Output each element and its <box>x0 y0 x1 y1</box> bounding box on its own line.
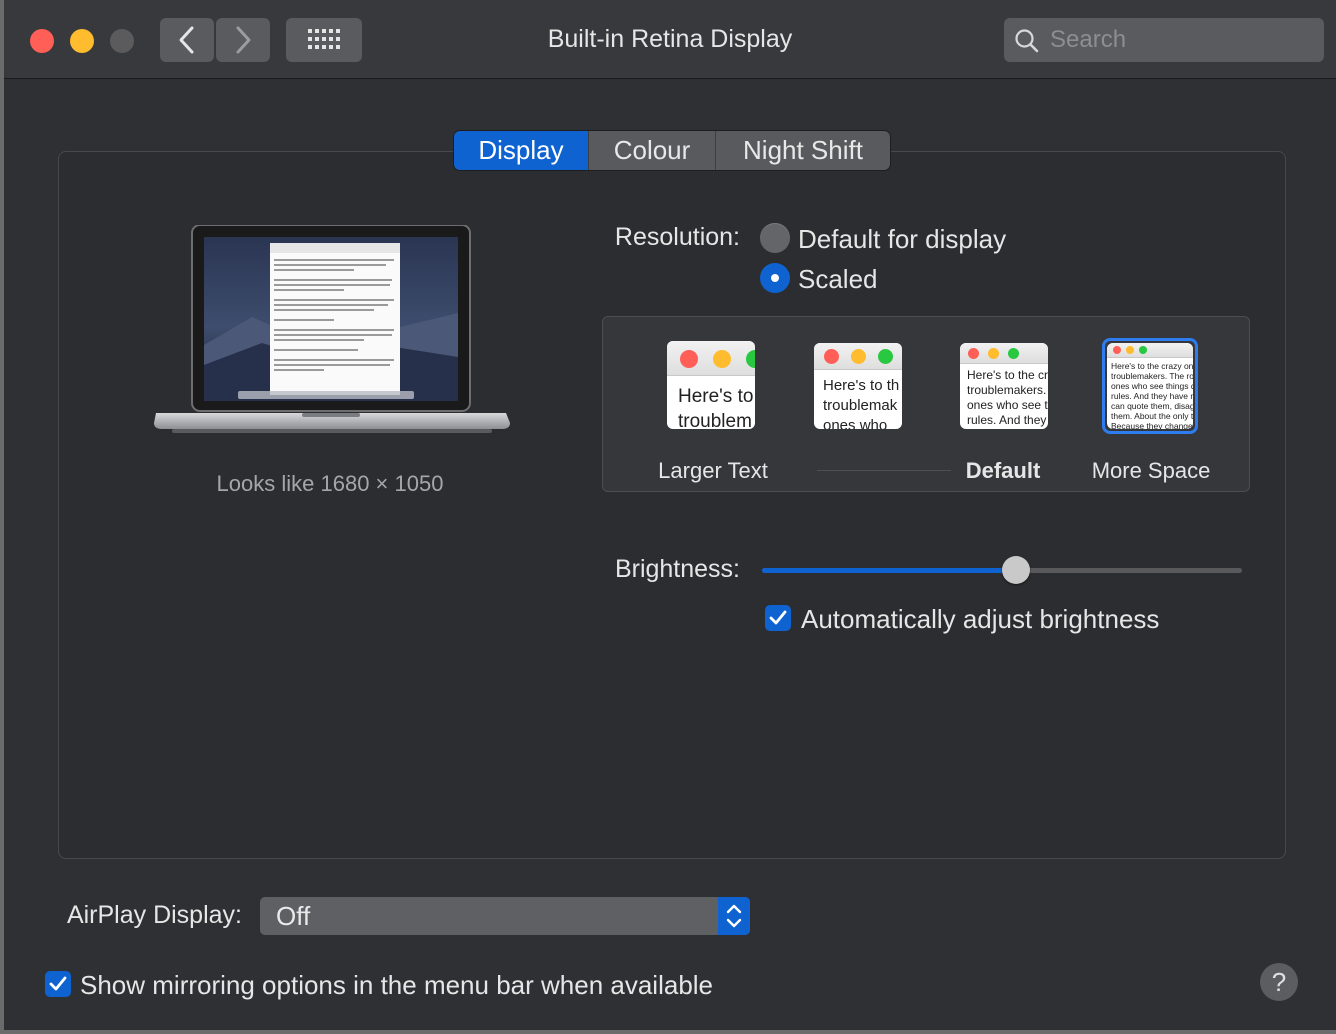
tab-bar: Display Colour Night Shift <box>454 131 890 170</box>
airplay-display-popup[interactable]: Off <box>260 897 750 935</box>
scale-preview-text: Here's to th troublemak ones who <box>823 377 900 429</box>
search-field[interactable]: Search <box>1004 18 1324 62</box>
scale-preview-text: Here's to troublem <box>678 386 754 429</box>
popup-arrows <box>718 897 750 935</box>
scale-label-more-space: More Space <box>1091 458 1211 483</box>
scale-preview-text: Here's to the crazy one troublemakers. T… <box>1111 361 1193 429</box>
radio-scaled-label: Scaled <box>798 264 878 294</box>
checkmark-icon <box>769 610 787 625</box>
radio-default-for-display-label: Default for display <box>798 224 1007 254</box>
scale-option-more-space[interactable]: Here's to the crazy one troublemakers. T… <box>1107 343 1193 429</box>
search-placeholder: Search <box>1050 26 1127 53</box>
auto-brightness-checkbox[interactable] <box>765 605 791 631</box>
scale-label-larger-text: Larger Text <box>658 458 768 483</box>
search-icon <box>1015 29 1039 53</box>
brightness-label: Brightness: <box>614 555 740 583</box>
airplay-label: AirPlay Display: <box>66 901 242 929</box>
mirroring-options-label: Show mirroring options in the menu bar w… <box>80 970 714 1000</box>
tab-display[interactable]: Display <box>454 131 588 170</box>
tab-colour[interactable]: Colour <box>588 131 715 170</box>
mirroring-options-checkbox[interactable] <box>45 971 71 997</box>
radio-scaled[interactable] <box>760 263 790 293</box>
updown-chevron-icon <box>726 904 742 928</box>
checkmark-icon <box>49 976 67 991</box>
help-button[interactable]: ? <box>1260 963 1298 1001</box>
scale-option-2[interactable]: Here's to th troublemak ones who <box>814 343 902 429</box>
auto-brightness-label: Automatically adjust brightness <box>801 604 1160 634</box>
title-bar: Built-in Retina Display Search <box>4 0 1336 79</box>
scale-option-larger-text[interactable]: Here's to troublem <box>667 341 755 429</box>
scaled-options-box: Here's to troublem Here's to th troublem… <box>602 316 1250 492</box>
scale-preview-text: Here's to the cr troublemakers. ones who… <box>967 368 1048 427</box>
preferences-window: Built-in Retina Display Search Display C… <box>4 0 1336 1030</box>
brightness-slider-fill <box>762 568 1016 573</box>
airplay-popup-value: Off <box>276 901 311 931</box>
resolution-looks-like: Looks like 1680 × 1050 <box>216 471 444 496</box>
resolution-label: Resolution: <box>614 223 740 251</box>
radio-default-for-display[interactable] <box>760 223 790 253</box>
scale-option-default[interactable]: Here's to the cr troublemakers. ones who… <box>960 343 1048 429</box>
laptop-preview-image <box>154 225 510 433</box>
tab-night-shift[interactable]: Night Shift <box>715 131 890 170</box>
brightness-slider-knob[interactable] <box>1002 556 1030 584</box>
